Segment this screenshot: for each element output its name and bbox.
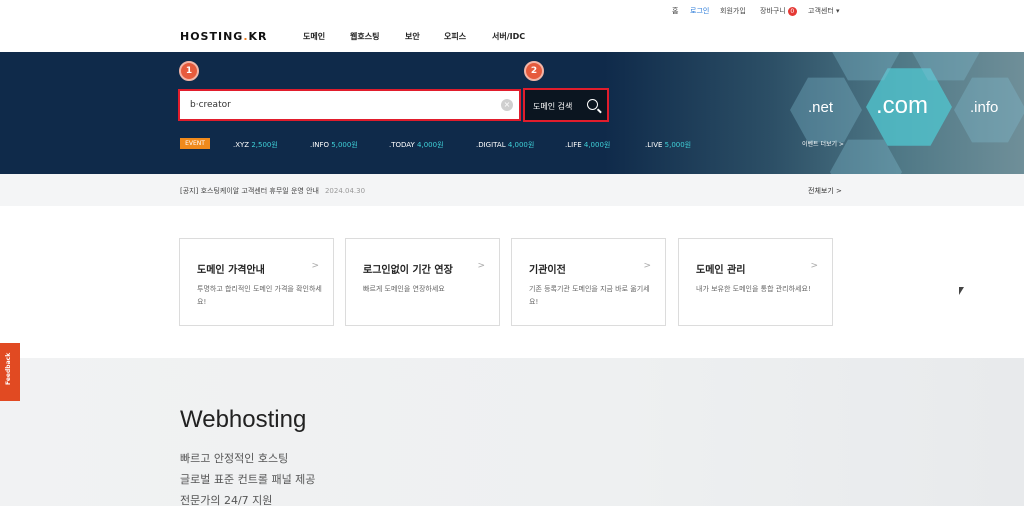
price-tld: .INFO bbox=[310, 141, 330, 149]
logo-text: HOSTING bbox=[180, 30, 244, 43]
card-title: 도메인 가격안내 bbox=[197, 265, 265, 276]
price-info[interactable]: .INFO 5,000원 bbox=[310, 140, 358, 150]
domain-search-button[interactable]: 도메인 검색 bbox=[523, 88, 609, 122]
price-amount: 4,000원 bbox=[583, 141, 611, 149]
clear-icon[interactable]: × bbox=[501, 99, 513, 111]
view-all-link[interactable]: 전체보기 > bbox=[808, 186, 842, 196]
card-description: 빠르게 도메인을 연장하세요 bbox=[363, 285, 445, 293]
card-domain-price[interactable]: 도메인 가격안내 > 투명하고 합리적인 도메인 가격을 확인하세요! bbox=[179, 238, 334, 326]
search-icon bbox=[587, 99, 598, 110]
cart-link[interactable]: 장바구니 0 bbox=[760, 6, 797, 16]
card-domain-management[interactable]: 도메인 관리 > 내가 보유한 도메인을 통합 관리하세요! bbox=[678, 238, 833, 326]
card-renew-without-login[interactable]: 로그인없이 기간 연장 > 빠르게 도메인을 연장하세요 bbox=[345, 238, 500, 326]
price-tld: .TODAY bbox=[389, 141, 415, 149]
webhosting-section: Webhosting 빠르고 안정적인 호스팅 글로벌 표준 컨트롤 패널 제공… bbox=[0, 358, 1024, 507]
search-button-label: 도메인 검색 bbox=[533, 102, 573, 111]
price-xyz[interactable]: .XYZ 2,500원 bbox=[233, 140, 278, 150]
feedback-tab[interactable]: Feedback bbox=[0, 343, 20, 401]
notice-text: [공지] 호스팅케이알 고객센터 휴무일 운영 안내 bbox=[180, 187, 319, 195]
price-amount: 2,500원 bbox=[251, 141, 278, 149]
chevron-right-icon: > bbox=[477, 261, 485, 271]
hex-com-label: .com bbox=[876, 92, 929, 119]
webhosting-feature: 글로벌 표준 컨트롤 패널 제공 bbox=[180, 473, 316, 486]
price-tld: .LIFE bbox=[565, 141, 582, 149]
webhosting-feature: 빠르고 안정적인 호스팅 bbox=[180, 452, 289, 465]
nav-item-security[interactable]: 보안 bbox=[405, 31, 420, 42]
notice-link[interactable]: [공지] 호스팅케이알 고객센터 휴무일 운영 안내 2024.04.30 bbox=[180, 186, 365, 196]
main-nav: HOSTING.KR 도메인 웹호스팅 보안 오피스 서버/IDC bbox=[0, 22, 1024, 52]
hex-net-label: .net bbox=[808, 99, 834, 116]
home-link[interactable]: 홈 bbox=[672, 6, 678, 16]
card-title: 기관이전 bbox=[529, 265, 566, 276]
hex-info-label: .info bbox=[970, 99, 999, 116]
price-amount: 5,000원 bbox=[664, 141, 692, 149]
price-life[interactable]: .LIFE 4,000원 bbox=[565, 140, 610, 150]
domain-search-input[interactable]: b·creator × bbox=[178, 89, 521, 121]
nav-item-domain[interactable]: 도메인 bbox=[303, 31, 325, 42]
price-tld: .DIGITAL bbox=[476, 141, 506, 149]
price-today[interactable]: .TODAY 4,000원 bbox=[389, 140, 444, 150]
chevron-right-icon: > bbox=[810, 261, 818, 271]
card-registrar-transfer[interactable]: 기관이전 > 기존 등록기관 도메인을 지금 바로 옮기세요! bbox=[511, 238, 666, 326]
support-menu[interactable]: 고객센터 ▾ bbox=[808, 6, 840, 16]
nav-item-webhosting[interactable]: 웹호스팅 bbox=[350, 31, 379, 42]
site-logo[interactable]: HOSTING.KR bbox=[180, 30, 268, 43]
card-description: 기존 등록기관 도메인을 지금 바로 옮기세요! bbox=[529, 285, 650, 306]
top-utility-bar: 홈 로그인 회원가입 장바구니 0 고객센터 ▾ bbox=[0, 0, 1024, 22]
nav-item-office[interactable]: 오피스 bbox=[444, 31, 466, 42]
price-tld: .XYZ bbox=[233, 141, 250, 149]
price-amount: 4,000원 bbox=[507, 141, 535, 149]
mouse-cursor-icon bbox=[959, 287, 964, 295]
search-input-value: b·creator bbox=[190, 100, 231, 110]
feedback-label: Feedback bbox=[5, 352, 12, 385]
logo-suffix: KR bbox=[248, 30, 268, 43]
login-link[interactable]: 로그인 bbox=[690, 6, 709, 16]
webhosting-title: Webhosting bbox=[180, 406, 307, 433]
notice-date: 2024.04.30 bbox=[324, 187, 366, 195]
price-live[interactable]: .LIVE 5,000원 bbox=[645, 140, 691, 150]
nav-item-server-idc[interactable]: 서버/IDC bbox=[492, 31, 525, 42]
more-events-link[interactable]: 이벤트 더보기 > bbox=[802, 139, 844, 148]
hero-banner: .net .com .info 이벤트 더보기 > 1 2 b·creator … bbox=[0, 52, 1024, 174]
price-tld: .LIVE bbox=[645, 141, 663, 149]
card-description: 내가 보유한 도메인을 통합 관리하세요! bbox=[696, 285, 811, 293]
card-title: 로그인없이 기간 연장 bbox=[363, 265, 453, 276]
step-marker-1: 1 bbox=[179, 61, 199, 81]
card-description: 투명하고 합리적인 도메인 가격을 확인하세요! bbox=[197, 285, 322, 306]
event-badge: EVENT bbox=[180, 138, 210, 149]
chevron-right-icon: > bbox=[643, 261, 651, 271]
step-marker-2: 2 bbox=[524, 61, 544, 81]
price-digital[interactable]: .DIGITAL 4,000원 bbox=[476, 140, 534, 150]
signup-link[interactable]: 회원가입 bbox=[720, 6, 746, 16]
price-amount: 4,000원 bbox=[417, 141, 444, 149]
price-amount: 5,000원 bbox=[331, 141, 358, 149]
notice-bar: [공지] 호스팅케이알 고객센터 휴무일 운영 안내 2024.04.30 전체보… bbox=[0, 174, 1024, 206]
cart-label: 장바구니 bbox=[760, 7, 786, 15]
card-title: 도메인 관리 bbox=[696, 265, 746, 276]
cart-count-badge: 0 bbox=[787, 6, 797, 16]
chevron-right-icon: > bbox=[311, 261, 319, 271]
